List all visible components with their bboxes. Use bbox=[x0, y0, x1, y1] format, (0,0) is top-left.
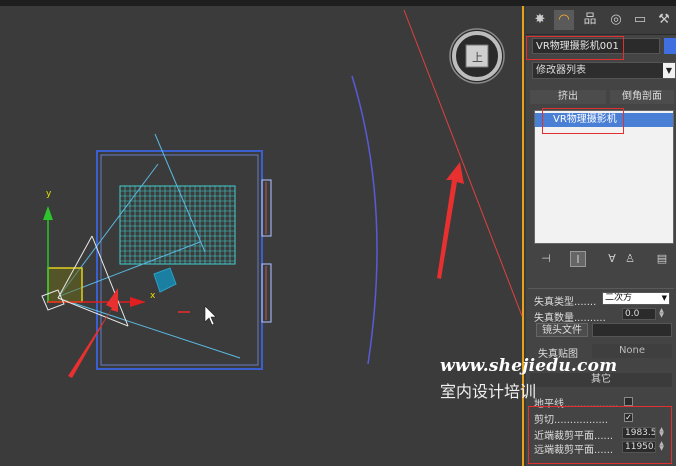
chevron-down-icon: ▼ bbox=[663, 63, 675, 78]
far-clip-label: 远端裁剪平面...... bbox=[534, 445, 614, 456]
hierarchy-icon[interactable]: 品 bbox=[580, 10, 600, 30]
axis-label-x: x bbox=[150, 291, 156, 301]
watermark-text: 室内设计培训 bbox=[440, 382, 537, 401]
clipping-label: 剪切................. bbox=[534, 415, 609, 426]
extrude-button[interactable]: 挤出 bbox=[530, 90, 606, 104]
window-frame-lower bbox=[261, 263, 272, 323]
lens-file-button[interactable]: 镜头文件 bbox=[536, 323, 588, 337]
modifier-list-dropdown[interactable]: 修改器列表 ▼ bbox=[532, 62, 676, 79]
mouse-cursor bbox=[204, 305, 217, 326]
modifier-stack[interactable]: VR物理摄影机 bbox=[534, 110, 674, 244]
watermark-url: www.shejiedu.com bbox=[440, 356, 618, 376]
command-panel: ✸ ◠ 品 ◎ ▭ ⚒ VR物理摄影机001 修改器列表 ▼ 挤出 倒角剖面 V… bbox=[526, 6, 676, 466]
pin-stack-icon[interactable]: ⊣ bbox=[538, 251, 554, 267]
distortion-type-label: 失真类型....... bbox=[534, 297, 597, 308]
near-clip-label: 近端裁剪平面...... bbox=[534, 431, 614, 442]
far-clip-field[interactable]: 11950. bbox=[622, 441, 656, 453]
curve-icon[interactable]: ◠ bbox=[554, 10, 574, 30]
room-outline bbox=[96, 150, 263, 370]
distortion-amount-spinner[interactable]: ▲ ▼ bbox=[658, 308, 665, 319]
modifier-list-label: 修改器列表 bbox=[536, 65, 586, 76]
annotation-arrow-right bbox=[437, 162, 464, 279]
distortion-amount-field[interactable]: 0.0 bbox=[622, 308, 656, 320]
object-name-field[interactable]: VR物理摄影机001 bbox=[532, 38, 660, 54]
window-frame-upper bbox=[261, 179, 272, 237]
utilities-icon[interactable]: ⚒ bbox=[654, 10, 674, 30]
object-color-swatch[interactable] bbox=[664, 38, 676, 54]
far-clip-spinner[interactable]: ▲ ▼ bbox=[658, 441, 665, 452]
remove-modifier-icon[interactable]: ♙ bbox=[622, 251, 638, 267]
show-end-result-icon[interactable]: I bbox=[570, 251, 586, 267]
viewcube-face-label: 上 bbox=[472, 51, 483, 64]
distortion-amount-label: 失真数量.......... bbox=[534, 313, 606, 324]
sun-icon[interactable]: ✸ bbox=[530, 10, 550, 30]
make-unique-icon[interactable]: ∀ bbox=[604, 251, 620, 267]
stack-item-vr-camera[interactable]: VR物理摄影机 bbox=[535, 113, 673, 127]
grid-object bbox=[119, 185, 236, 265]
near-clip-field[interactable]: 1983.5 bbox=[622, 427, 656, 439]
distortion-type-value: 二次方 bbox=[605, 293, 633, 303]
axis-label-y: y bbox=[46, 189, 52, 199]
clipping-checkbox[interactable]: ✓ bbox=[624, 413, 633, 422]
distortion-type-dropdown[interactable]: 二次方 ▼ bbox=[602, 292, 670, 305]
viewcube: 上 bbox=[449, 28, 505, 84]
transform-gizmo: y x bbox=[43, 189, 156, 307]
display-icon[interactable]: ▭ bbox=[630, 10, 650, 30]
command-panel-tabs: ✸ ◠ 品 ◎ ▭ ⚒ bbox=[526, 6, 676, 35]
stack-toolbar: ⊣ I ∀ ♙ ▤ bbox=[526, 246, 676, 270]
near-clip-spinner[interactable]: ▲ ▼ bbox=[658, 427, 665, 438]
configure-modifier-sets-icon[interactable]: ▤ bbox=[654, 251, 670, 267]
motion-icon[interactable]: ◎ bbox=[606, 10, 626, 30]
lens-file-field[interactable] bbox=[592, 323, 672, 337]
bevel-profile-button[interactable]: 倒角剖面 bbox=[610, 90, 674, 104]
camera-target bbox=[153, 267, 177, 293]
near-clip-arc bbox=[351, 75, 378, 365]
horizon-label: 地平线................. bbox=[534, 399, 619, 410]
parameters-rollout: 失真类型....... 二次方 ▼ 失真数量.......... 0.0 ▲ ▼ … bbox=[528, 288, 674, 466]
horizon-checkbox[interactable] bbox=[624, 397, 633, 406]
chevron-down-icon: ▼ bbox=[661, 294, 667, 302]
